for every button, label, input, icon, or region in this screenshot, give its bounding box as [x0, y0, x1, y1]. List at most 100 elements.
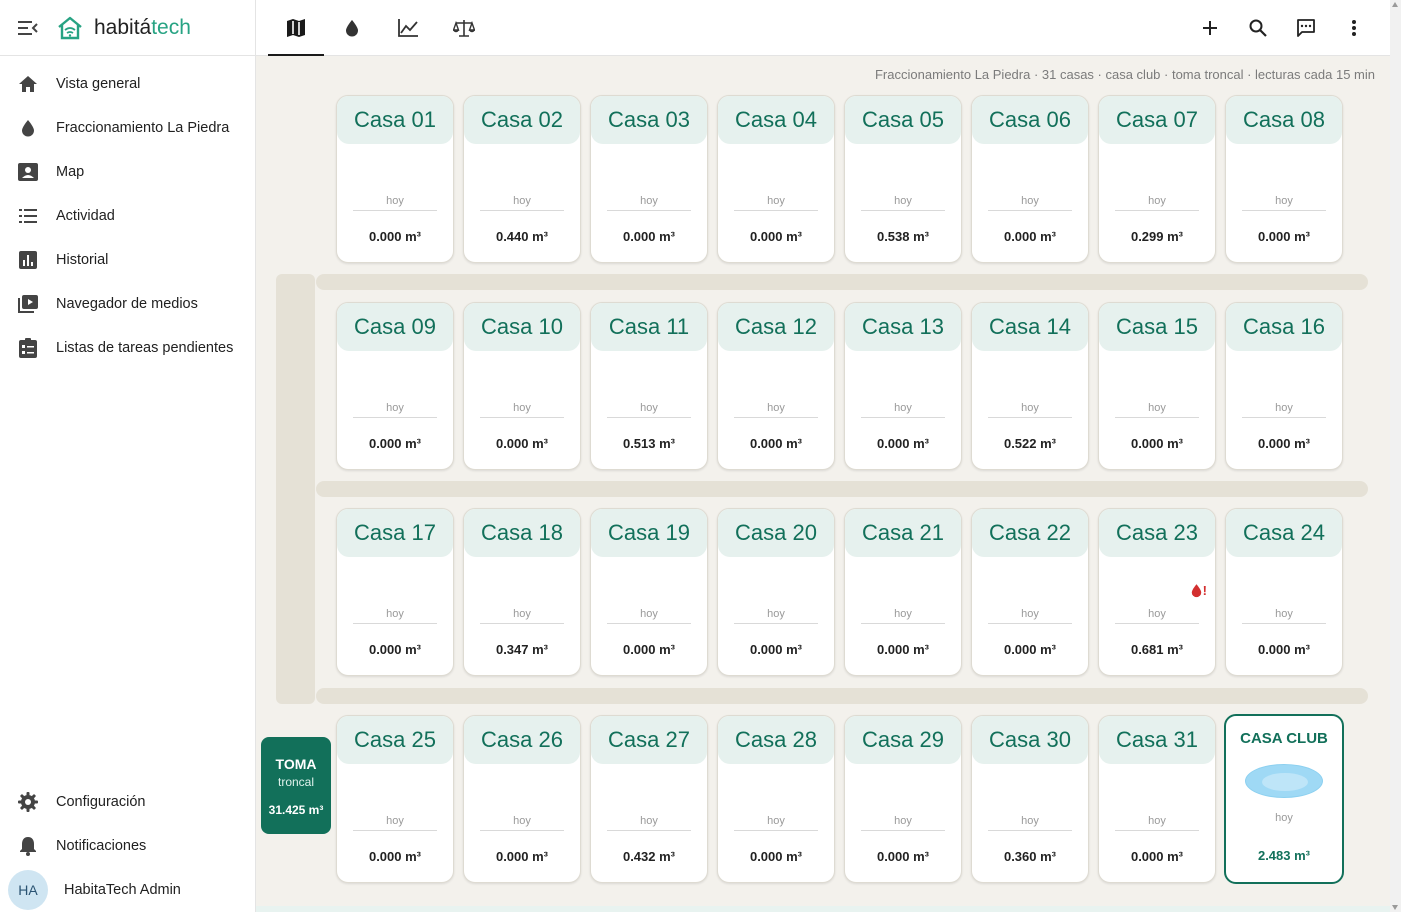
- todo-icon: [18, 338, 38, 358]
- sidebar-item-vista-general[interactable]: Vista general: [0, 62, 255, 106]
- house-card[interactable]: Casa 03 hoy 0.000 m³: [590, 95, 708, 263]
- list-icon: [18, 206, 38, 226]
- house-name: Casa 07: [1099, 96, 1215, 144]
- house-name: Casa 02: [464, 96, 580, 144]
- house-name: Casa 22: [972, 509, 1088, 557]
- house-card[interactable]: Casa 09 hoy 0.000 m³: [336, 302, 454, 470]
- account-box-icon: [18, 162, 38, 182]
- search-button[interactable]: [1238, 8, 1278, 48]
- water-drop-icon: [1191, 584, 1201, 598]
- tab-water[interactable]: [324, 0, 380, 56]
- toma-subtitle: troncal: [277, 775, 315, 789]
- house-card[interactable]: Casa 06 hoy 0.000 m³: [971, 95, 1089, 263]
- house-name: Casa 20: [718, 509, 834, 557]
- house-card[interactable]: Casa 23! hoy 0.681 m³: [1098, 508, 1216, 676]
- house-value: 0.000 m³: [495, 849, 549, 864]
- brand-name-part2: tech: [151, 15, 191, 39]
- house-card[interactable]: Casa 02 hoy 0.440 m³: [463, 95, 581, 263]
- sidebar-item-map[interactable]: Map: [0, 150, 255, 194]
- house-value: 0.000 m³: [1257, 229, 1311, 244]
- sidebar-item-fraccionamiento[interactable]: Fraccionamiento La Piedra: [0, 106, 255, 150]
- house-period: hoy: [1115, 195, 1199, 211]
- house-name: Casa 11: [591, 303, 707, 351]
- pool-icon: [1245, 764, 1323, 798]
- house-period: hoy: [988, 815, 1072, 831]
- house-card[interactable]: Casa 01 hoy 0.000 m³: [336, 95, 454, 263]
- house-name: Casa 25: [337, 716, 453, 764]
- tab-balance[interactable]: [436, 0, 492, 56]
- sidebar-item-navegador-medios[interactable]: Navegador de medios: [0, 282, 255, 326]
- house-value: 0.000 m³: [1003, 229, 1057, 244]
- sidebar-item-label: Configuración: [56, 794, 146, 810]
- more-vert-icon: [1352, 20, 1356, 36]
- house-card[interactable]: Casa 10 hoy 0.000 m³: [463, 302, 581, 470]
- house-card[interactable]: Casa 13 hoy 0.000 m³: [844, 302, 962, 470]
- horizontal-scrollbar[interactable]: [256, 906, 1390, 912]
- house-value: 0.000 m³: [495, 436, 549, 451]
- house-card[interactable]: Casa 18 hoy 0.347 m³: [463, 508, 581, 676]
- house-card[interactable]: Casa 12 hoy 0.000 m³: [717, 302, 835, 470]
- sidebar-item-notificaciones[interactable]: Notificaciones: [0, 824, 255, 868]
- scroll-down-arrow[interactable]: [1392, 905, 1398, 910]
- house-value: 0.000 m³: [368, 849, 422, 864]
- house-card[interactable]: Casa 21 hoy 0.000 m³: [844, 508, 962, 676]
- line-chart-icon: [398, 19, 418, 37]
- water-drop-icon: [18, 118, 38, 138]
- map-info-text: Fraccionamiento La Piedra · 31 casas · c…: [874, 67, 1375, 82]
- house-card[interactable]: Casa 31 hoy 0.000 m³: [1098, 715, 1216, 883]
- sidebar-item-label: Map: [56, 164, 85, 180]
- house-period: hoy: [607, 608, 691, 624]
- house-card[interactable]: Casa 20 hoy 0.000 m³: [717, 508, 835, 676]
- scale-icon: [453, 20, 475, 37]
- sidebar-item-configuracion[interactable]: Configuración: [0, 780, 255, 824]
- house-name: Casa 15: [1099, 303, 1215, 351]
- house-card[interactable]: Casa 28 hoy 0.000 m³: [717, 715, 835, 883]
- house-period: hoy: [1115, 608, 1199, 624]
- house-card[interactable]: Casa 11 hoy 0.513 m³: [590, 302, 708, 470]
- casa-club-card[interactable]: CASA CLUB hoy 2.483 m³: [1224, 714, 1344, 884]
- add-button[interactable]: [1190, 8, 1230, 48]
- more-options-button[interactable]: [1334, 8, 1374, 48]
- assist-button[interactable]: [1286, 8, 1326, 48]
- house-card[interactable]: Casa 15 hoy 0.000 m³: [1098, 302, 1216, 470]
- house-name: Casa 24: [1226, 509, 1342, 557]
- house-card[interactable]: Casa 07 hoy 0.299 m³: [1098, 95, 1216, 263]
- sidebar-item-listas-tareas[interactable]: Listas de tareas pendientes: [0, 326, 255, 370]
- house-card[interactable]: Casa 30 hoy 0.360 m³: [971, 715, 1089, 883]
- house-period: hoy: [988, 608, 1072, 624]
- house-period: hoy: [1115, 402, 1199, 418]
- house-card[interactable]: Casa 24 hoy 0.000 m³: [1225, 508, 1343, 676]
- house-value: 0.000 m³: [1130, 436, 1184, 451]
- user-profile[interactable]: HA HabitaTech Admin: [0, 868, 255, 912]
- house-card[interactable]: Casa 14 hoy 0.522 m³: [971, 302, 1089, 470]
- search-icon: [1249, 19, 1267, 37]
- house-card[interactable]: Casa 19 hoy 0.000 m³: [590, 508, 708, 676]
- house-card[interactable]: Casa 08 hoy 0.000 m³: [1225, 95, 1343, 263]
- house-card[interactable]: Casa 29 hoy 0.000 m³: [844, 715, 962, 883]
- sidebar-item-actividad[interactable]: Actividad: [0, 194, 255, 238]
- house-card[interactable]: Casa 04 hoy 0.000 m³: [717, 95, 835, 263]
- house-card[interactable]: Casa 05 hoy 0.538 m³: [844, 95, 962, 263]
- house-card[interactable]: Casa 16 hoy 0.000 m³: [1225, 302, 1343, 470]
- house-card[interactable]: Casa 27 hoy 0.432 m³: [590, 715, 708, 883]
- tab-map[interactable]: [268, 0, 324, 56]
- house-name: Casa 03: [591, 96, 707, 144]
- menu-toggle-button[interactable]: [0, 0, 56, 56]
- house-card[interactable]: Casa 17 hoy 0.000 m³: [336, 508, 454, 676]
- vertical-scrollbar[interactable]: [1390, 0, 1401, 912]
- scroll-up-arrow[interactable]: [1392, 2, 1398, 7]
- media-icon: [18, 294, 38, 314]
- house-value: 0.522 m³: [1003, 436, 1057, 451]
- leak-alert[interactable]: !: [1191, 583, 1207, 598]
- tab-history-chart[interactable]: [380, 0, 436, 56]
- house-card[interactable]: Casa 25 hoy 0.000 m³: [336, 715, 454, 883]
- house-card[interactable]: Casa 26 hoy 0.000 m³: [463, 715, 581, 883]
- sidebar-item-historial[interactable]: Historial: [0, 238, 255, 282]
- map-icon: [287, 19, 305, 37]
- house-name: Casa 26: [464, 716, 580, 764]
- brand-logo[interactable]: habitátech: [56, 15, 191, 41]
- house-value: 0.000 m³: [1003, 642, 1057, 657]
- toma-troncal-card[interactable]: TOMA troncal 31.425 m³: [261, 737, 331, 834]
- house-value: 0.000 m³: [368, 436, 422, 451]
- house-card[interactable]: Casa 22 hoy 0.000 m³: [971, 508, 1089, 676]
